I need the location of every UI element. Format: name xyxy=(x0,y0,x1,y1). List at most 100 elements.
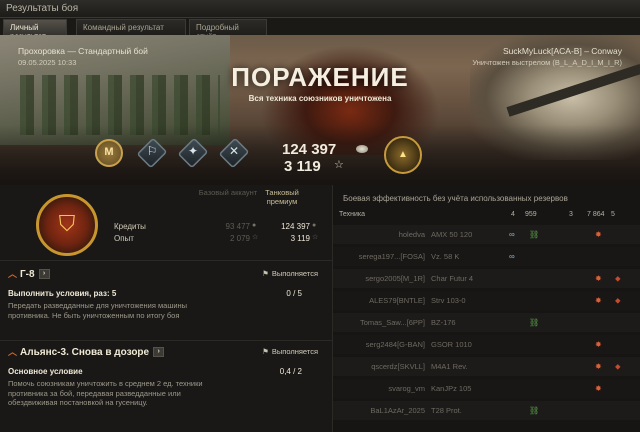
shield-emblem-icon[interactable]: ⚐ xyxy=(136,136,168,172)
col-kills-header: 4 xyxy=(511,211,515,218)
vehicle-name: KanJPz 105 xyxy=(431,384,472,393)
coin-small-icon: ● xyxy=(252,222,257,229)
col-assist-header: 7 864 xyxy=(587,211,605,218)
total-credits: 124 397 xyxy=(282,141,337,158)
team-row[interactable]: svarog_vm KanJPz 105 ✸ xyxy=(333,379,640,399)
map-and-mode: Прохоровка — Стандартный бой xyxy=(18,46,148,56)
tab-detailed-report[interactable]: Подробный отчёт xyxy=(189,19,267,41)
mission-title: Альянс-3. Снова в дозоре xyxy=(20,347,150,358)
flag-icon: ⚑ xyxy=(262,269,269,278)
team-row[interactable]: Tomas_Saw...[6PP] BZ-176 ⛓ xyxy=(333,313,640,333)
mastery-badge-icon[interactable]: M xyxy=(93,136,125,172)
team-table-header: Техника 4 959 3 7 864 5 xyxy=(333,209,640,223)
player-name: qscerdz[SKVLL] xyxy=(371,362,425,371)
divider xyxy=(0,260,332,261)
vehicle-column-header: Техника xyxy=(339,211,366,218)
critical-hit-icon[interactable]: ⬥ xyxy=(615,362,621,372)
mission-open-button[interactable]: › xyxy=(153,347,165,358)
damage-icon[interactable]: ✸ xyxy=(595,230,602,239)
coin-small-icon: ● xyxy=(312,222,317,229)
vehicle-name: M4A1 Rev. xyxy=(431,362,468,371)
critical-hit-icon[interactable]: ⬥ xyxy=(615,296,621,306)
condition-text: Передать разведданные для уничтожения ма… xyxy=(8,301,188,320)
credits-basic-value: 93 477 xyxy=(225,222,250,231)
critical-hit-icon[interactable]: ⬥ xyxy=(615,274,621,284)
damage-icon[interactable]: ✸ xyxy=(595,296,602,305)
vehicle-name: AMX 50 120 xyxy=(431,230,473,239)
vehicle-name: T28 Prot. xyxy=(431,406,462,415)
mission-card: ︿ Альянс-3. Снова в дозоре › ⚑ Выполняется … xyxy=(8,345,324,408)
flag-icon: ⚑ xyxy=(262,347,269,356)
window-titlebar: Результаты боя xyxy=(0,0,640,18)
basic-account-header: Базовый аккаунт xyxy=(198,188,258,197)
collapse-chevron-icon[interactable]: ︿ xyxy=(8,269,17,279)
player-and-vehicle: SuckMyLuck[ACA-B] – Conway xyxy=(502,46,622,56)
tank-marks-icon[interactable]: ✦ xyxy=(177,136,209,172)
team-row[interactable]: BaL1AzAr_2025 T28 Prot. ⛓ xyxy=(333,401,640,421)
team-table-body: holedva AMX 50 120 ∞ ⛓ ✸ serega197...[FOSA] Vz… xyxy=(333,225,640,432)
vehicle-name: BZ-176 xyxy=(431,318,456,327)
damage-icon[interactable]: ✸ xyxy=(595,384,602,393)
team-efficiency-panel: Боевая эффективность без учёта использов… xyxy=(332,185,640,432)
assist-icon[interactable]: ⛓ xyxy=(529,230,539,239)
condition-text: Помочь союзникам уничтожить в среднем 2 … xyxy=(8,379,203,407)
personal-results-panel: ⛉ Базовый аккаунт Танковый премиум Креди… xyxy=(0,185,332,432)
vehicle-name: Char Futur 4 xyxy=(431,274,474,283)
tab-team-result[interactable]: Командный результат xyxy=(76,19,186,35)
experience-star-icon: ☆ xyxy=(334,159,344,171)
damage-icon[interactable]: ✸ xyxy=(595,362,602,371)
window-title: Результаты боя xyxy=(6,3,79,14)
mission-open-button[interactable]: › xyxy=(38,269,50,280)
player-name: BaL1AzAr_2025 xyxy=(370,406,425,415)
team-row[interactable]: holedva AMX 50 120 ∞ ⛓ ✸ xyxy=(333,225,640,245)
ranked-medal-icon: ⛉ xyxy=(36,194,98,256)
premium-account-header: Танковый премиум xyxy=(265,188,299,206)
vehicle-name: Vz. 58 K xyxy=(431,252,460,261)
condition-title: Основное условие xyxy=(8,367,83,376)
credits-label: Кредиты xyxy=(114,222,146,231)
killed-by: Уничтожен выстрелом (B_L_A_D_I_M_I_R) xyxy=(472,58,622,67)
player-name: sergo2005[M_1R] xyxy=(365,274,425,283)
col-damage-header: 959 xyxy=(525,211,537,218)
condition-title: Выполнить условия, раз: 5 xyxy=(8,289,117,298)
mission-card: ︿ Г-8 › ⚑ Выполняется Выполнить условия, ра… xyxy=(8,267,324,320)
credits-premium-value: 124 397 xyxy=(281,222,310,231)
vehicle-name: Strv 103-0 xyxy=(431,296,466,305)
experience-label: Опыт xyxy=(114,234,134,243)
condition-progress: 0,4 / 2 xyxy=(279,367,302,376)
player-name: svarog_vm xyxy=(388,384,425,393)
vehicle-name: GSOR 1010 xyxy=(431,340,472,349)
player-name: serega197...[FOSA] xyxy=(358,252,425,261)
spotting-icon[interactable]: ∞ xyxy=(509,230,515,239)
team-efficiency-title: Боевая эффективность без учёта использов… xyxy=(343,194,568,203)
battle-result-subtitle: Вся техника союзников уничтожена xyxy=(248,94,392,103)
spotting-icon[interactable]: ∞ xyxy=(509,252,515,261)
damage-icon[interactable]: ✸ xyxy=(595,274,602,283)
team-row[interactable]: serg2484[G-BAN] GSOR 1010 ✸ xyxy=(333,335,640,355)
team-row[interactable]: serega197...[FOSA] Vz. 58 K ∞ xyxy=(333,247,640,267)
total-experience: 3 119 xyxy=(284,158,321,175)
credits-icon xyxy=(356,145,368,153)
damage-icon[interactable]: ✸ xyxy=(595,340,602,349)
col-crits-header: 5 xyxy=(611,211,615,218)
assist-icon[interactable]: ⛓ xyxy=(529,406,539,415)
player-name: holedva xyxy=(398,230,425,239)
battle-result-title: ПОРАЖЕНИЕ xyxy=(231,62,409,92)
team-row[interactable]: qscerdz[SKVLL] M4A1 Rev. ✸ ⬥ xyxy=(333,357,640,377)
team-row[interactable]: sergo2005[M_1R] Char Futur 4 ✸ ⬥ xyxy=(333,269,640,289)
crossed-guns-icon[interactable]: ✕ xyxy=(218,136,250,172)
experience-premium-value: 3 119 xyxy=(290,234,310,243)
tab-bar: Личный результат Командный результат Под… xyxy=(0,18,640,41)
assist-icon[interactable]: ⛓ xyxy=(529,318,539,327)
team-row[interactable]: ALES79[BNTLE] Strv 103-0 ✸ ⬥ xyxy=(333,291,640,311)
star-small-icon: ☆ xyxy=(312,234,319,241)
col-spotted-header: 3 xyxy=(569,211,573,218)
condition-progress: 0 / 5 xyxy=(286,289,302,298)
mission-status: Выполняется xyxy=(271,347,318,356)
rank-emblem-icon[interactable]: ▲ xyxy=(384,136,422,174)
collapse-chevron-icon[interactable]: ︿ xyxy=(8,347,17,357)
experience-basic-value: 2 079 xyxy=(229,234,250,243)
mission-status: Выполняется xyxy=(271,269,318,278)
battle-datetime: 09.05.2025 10:33 xyxy=(18,58,77,67)
tab-personal-result[interactable]: Личный результат xyxy=(3,19,67,41)
